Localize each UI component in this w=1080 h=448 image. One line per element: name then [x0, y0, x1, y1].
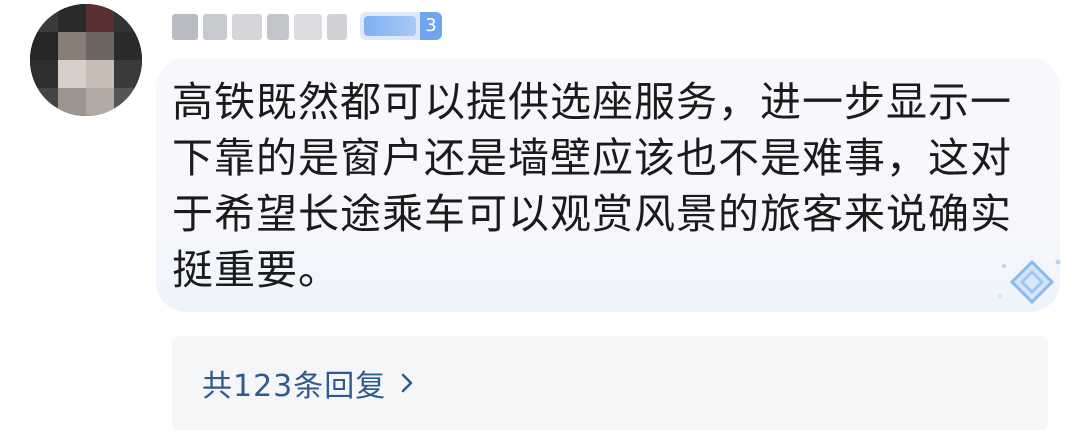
avatar-icon [30, 4, 142, 116]
diamond-icon [998, 259, 1061, 305]
level-badge: 3 [360, 12, 442, 40]
chevron-right-icon [402, 373, 413, 393]
username[interactable] [172, 10, 352, 44]
comment-text: 高铁既然都可以提供选座服务，进一步显示一下靠的是窗户还是墙壁应该也不是难事，这对… [172, 78, 1012, 294]
replies-count-label: 共123条回复 [202, 369, 387, 404]
avatar[interactable] [30, 4, 142, 116]
level-number: 3 [420, 12, 442, 40]
view-replies-button[interactable]: 共123条回复 [172, 336, 1048, 430]
comment-card: 3 高铁既然都可以提供选座服务，进一步显示一下靠的是窗户还是墙壁应该也不是难事，… [0, 0, 1080, 448]
